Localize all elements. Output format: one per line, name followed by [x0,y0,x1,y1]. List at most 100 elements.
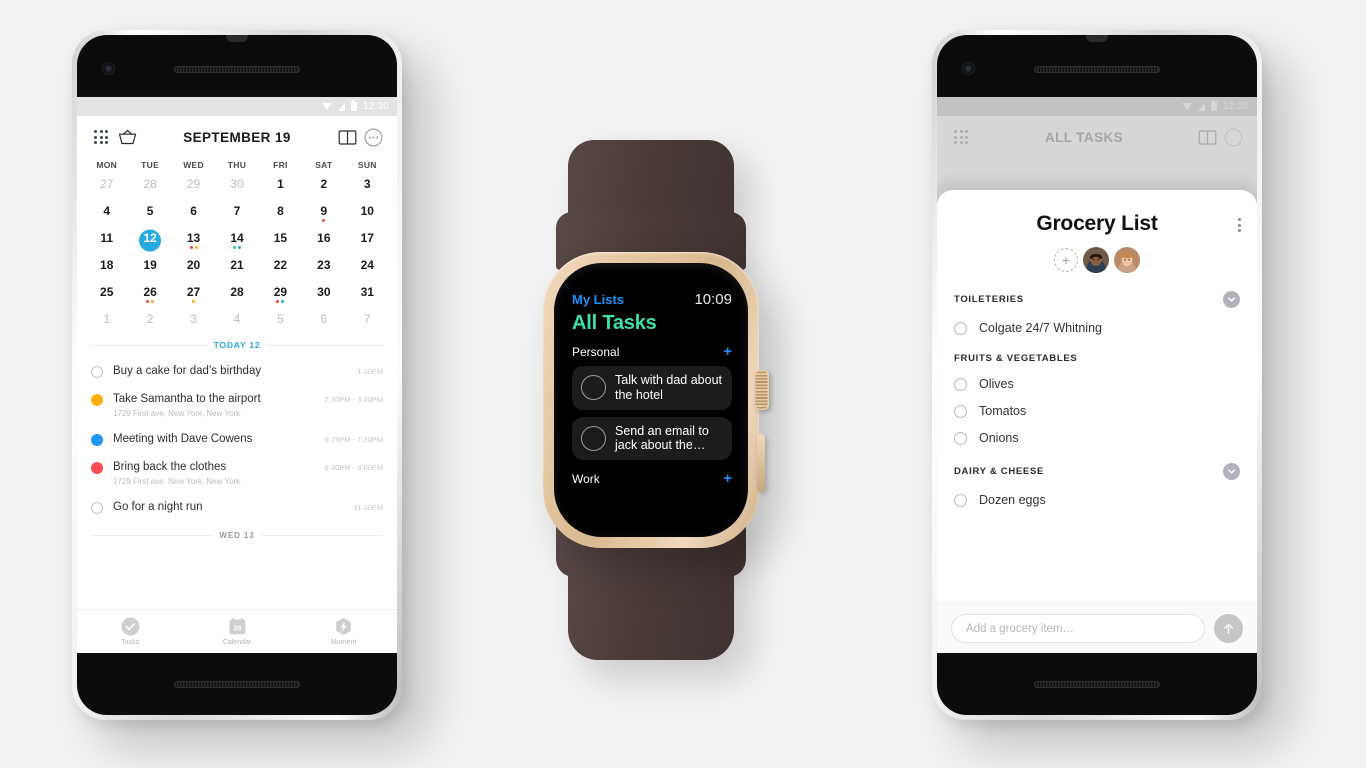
calendar-day[interactable]: 16 [302,228,345,253]
digital-crown[interactable] [754,370,769,410]
item-checkbox-icon[interactable] [954,321,967,335]
calendar-day[interactable]: 2 [302,174,345,199]
calendar-day[interactable]: 3 [346,174,389,199]
calendar-day[interactable]: 21 [215,255,258,280]
calendar-day[interactable]: 7 [215,201,258,226]
chevron-down-icon[interactable] [1223,463,1240,480]
basket-icon[interactable] [116,126,138,148]
book-view-icon[interactable] [336,126,358,148]
member-avatar-2[interactable] [1114,247,1140,273]
calendar-day[interactable]: 10 [346,201,389,226]
calendar-day[interactable]: 25 [85,282,128,307]
calendar-day[interactable]: 5 [128,201,171,226]
calendar-day[interactable]: 4 [215,309,258,334]
calendar-day[interactable]: 20 [172,255,215,280]
day-number: 23 [317,258,331,272]
tab-moment[interactable]: Moment [290,617,397,646]
task-row[interactable]: Take Samantha to the airport 1729 First a… [77,385,397,424]
task-checkbox-icon[interactable] [581,425,606,451]
calendar-day[interactable]: 6 [302,309,345,334]
grocery-section-header[interactable]: DAIRY & CHEESE [937,445,1257,480]
task-row[interactable]: Buy a cake for dad’s birthday 1:30PM [77,357,397,385]
calendar-day[interactable]: 18 [85,255,128,280]
grocery-section-name: DAIRY & CHEESE [954,466,1045,477]
add-task-icon[interactable]: + [723,471,732,486]
task-checkbox-icon[interactable] [91,501,103,514]
task-body: Buy a cake for dad’s birthday [103,364,357,378]
tab-calendar[interactable]: 26 Calendar [184,617,291,646]
calendar-day[interactable]: 6 [172,201,215,226]
calendar-day[interactable]: 26 [128,282,171,307]
task-row[interactable]: Meeting with Dave Cowens 6:25PM - 7:30PM [77,425,397,453]
calendar-day[interactable]: 28 [128,174,171,199]
day-number: 13 [186,231,201,245]
calendar-day[interactable]: 28 [215,282,258,307]
calendar-day[interactable]: 30 [302,282,345,307]
calendar-day[interactable]: 9 [302,201,345,226]
calendar-day[interactable]: 29 [259,282,302,307]
grocery-item-row[interactable]: Dozen eggs [937,480,1257,507]
grid-menu-icon[interactable] [90,126,112,148]
calendar-day[interactable]: 7 [346,309,389,334]
calendar-day[interactable]: 3 [172,309,215,334]
calendar-day-today[interactable]: 12 [128,228,171,253]
calendar-day[interactable]: 4 [85,201,128,226]
event-dots [322,219,326,222]
day-number: 28 [230,285,244,299]
task-row[interactable]: Go for a night run 11:30PM [77,493,397,521]
watch-task-row[interactable]: Send an email to jack about the… [572,416,732,460]
tab-tasks[interactable]: Tasks [77,617,184,646]
grocery-item-row[interactable]: Olives [937,364,1257,391]
calendar-day[interactable]: 1 [259,174,302,199]
calendar-day[interactable]: 30 [215,174,258,199]
add-member-button[interactable]: + [1054,248,1078,272]
calendar-day[interactable]: 17 [346,228,389,253]
add-task-icon[interactable]: + [723,344,732,359]
calendar-day[interactable]: 1 [85,309,128,334]
back-to-my-lists[interactable]: My Lists [572,292,624,307]
grocery-item-name: Olives [979,377,1014,391]
more-circle-icon[interactable] [362,126,384,148]
grocery-section-header[interactable]: TOILETERIES [937,273,1257,308]
task-checkbox-icon[interactable] [581,375,606,401]
grocery-item-row[interactable]: Tomatos [937,391,1257,418]
calendar-day[interactable]: 13 [172,228,215,253]
calendar-day[interactable]: 15 [259,228,302,253]
chevron-down-icon[interactable] [1223,291,1240,308]
add-grocery-item-input[interactable] [951,614,1205,643]
day-number: 12 [143,231,157,245]
calendar-day[interactable]: 23 [302,255,345,280]
task-checkbox-icon[interactable] [91,366,103,378]
calendar-day[interactable]: 8 [259,201,302,226]
calendar-day[interactable]: 22 [259,255,302,280]
kebab-menu-icon[interactable] [1238,218,1241,232]
calendar-grid[interactable]: 27 28 29 30 1 2 3 4 5 6 7 8 9 10 11 12 13 14 15 16 17 18 19 20 2… [77,174,397,334]
calendar-day[interactable]: 29 [172,174,215,199]
day-number: 31 [360,285,374,299]
calendar-day[interactable]: 19 [128,255,171,280]
watch-side-button[interactable] [757,434,765,492]
calendar-day[interactable]: 27 [172,282,215,307]
item-checkbox-icon[interactable] [954,431,967,445]
watch-section-header-work: Work + [572,471,732,486]
member-avatar-1[interactable] [1083,247,1109,273]
item-checkbox-icon[interactable] [954,493,967,507]
calendar-day[interactable]: 5 [259,309,302,334]
tab-label: Tasks [121,639,140,646]
day-number: 28 [143,177,157,191]
calendar-day[interactable]: 31 [346,282,389,307]
page-title: SEPTEMBER 19 [183,129,291,145]
send-button[interactable] [1214,614,1243,643]
grocery-item-row[interactable]: Onions [937,418,1257,445]
calendar-day[interactable]: 24 [346,255,389,280]
watch-task-row[interactable]: Talk with dad about the hotel [572,366,732,410]
grocery-item-row[interactable]: Colgate 24/7 Whitning [937,308,1257,335]
calendar-day[interactable]: 2 [128,309,171,334]
calendar-day[interactable]: 27 [85,174,128,199]
calendar-day[interactable]: 14 [215,228,258,253]
item-checkbox-icon[interactable] [954,377,967,391]
task-row[interactable]: Bring back the clothes 1729 First ave, Ne… [77,453,397,492]
item-checkbox-icon[interactable] [954,404,967,418]
grocery-section-header[interactable]: FRUITS & VEGETABLES [937,335,1257,364]
calendar-day[interactable]: 11 [85,228,128,253]
